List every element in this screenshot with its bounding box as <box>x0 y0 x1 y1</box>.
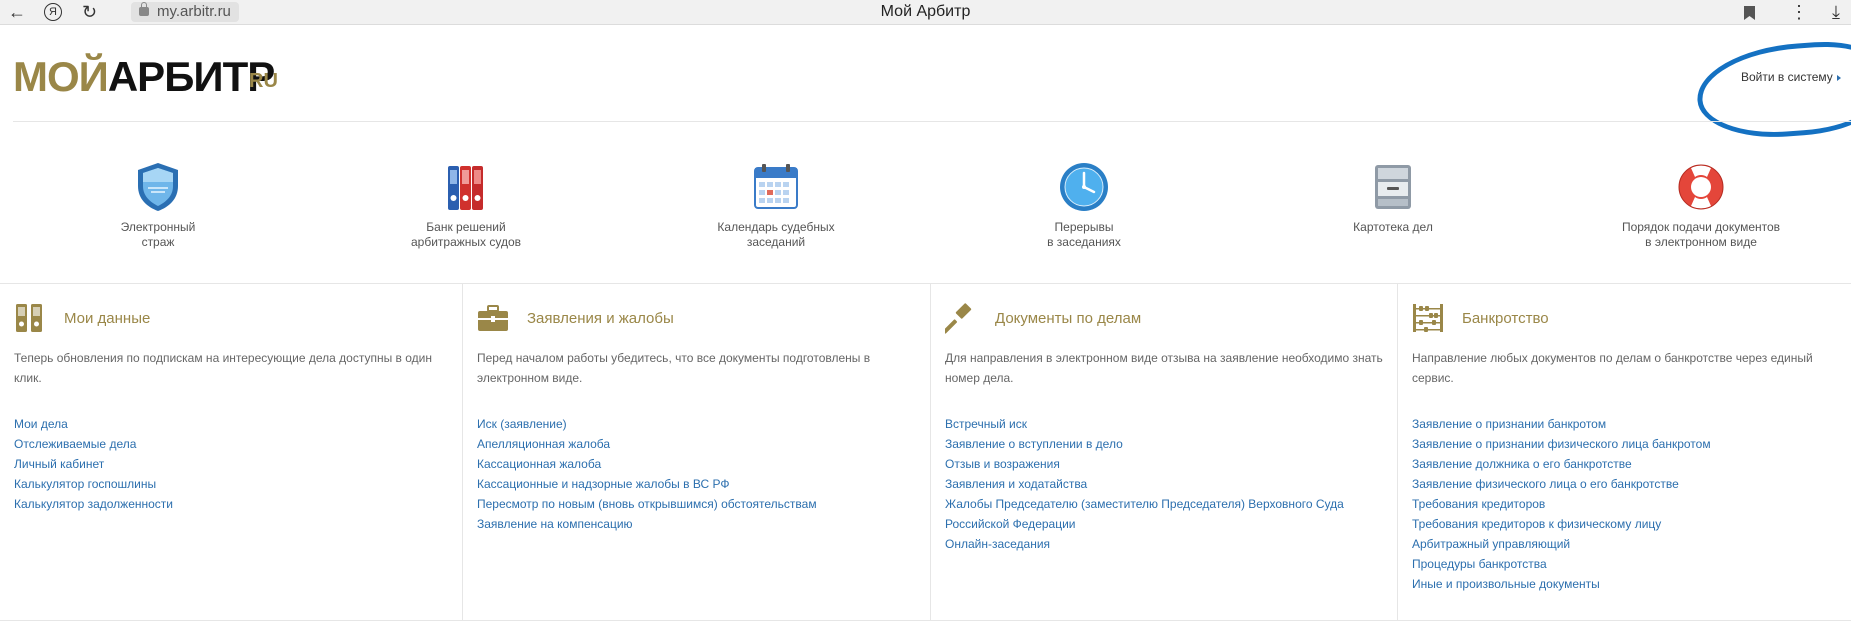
link-counterclaim[interactable]: Встречный иск <box>945 414 1344 434</box>
back-arrow-icon[interactable]: ← <box>8 2 26 22</box>
link-bankruptcy-procedures[interactable]: Процедуры банкротства <box>1412 554 1711 574</box>
yandex-icon[interactable]: Я <box>44 3 62 21</box>
column-title: Заявления и жалобы <box>527 310 674 327</box>
link-appeal[interactable]: Апелляционная жалоба <box>477 434 817 454</box>
link-list: Заявление о признании банкротом Заявлени… <box>1412 414 1711 594</box>
link-claim[interactable]: Иск (заявление) <box>477 414 817 434</box>
service-caption: Перерывы в заседаниях <box>1047 220 1121 249</box>
link-debtor-petition[interactable]: Заявление должника о его банкротстве <box>1412 454 1711 474</box>
link-chairman-complaints-cont[interactable]: Российской Федерации <box>945 514 1344 534</box>
service-caption: Электронный страж <box>120 220 196 249</box>
link-bankruptcy-petition[interactable]: Заявление о признании банкротом <box>1412 414 1711 434</box>
clock-icon <box>1057 160 1111 214</box>
column-description: Теперь обновления по подпискам на интере… <box>14 351 432 385</box>
service-hearing-calendar[interactable]: Календарь судебных заседаний <box>646 160 906 250</box>
lifebuoy-icon <box>1674 160 1728 214</box>
tab-title: Мой Арбитр <box>880 3 971 20</box>
link-supreme-court-complaints[interactable]: Кассационные и надзорные жалобы в ВС РФ <box>477 474 817 494</box>
briefcase-icon <box>477 302 509 334</box>
column-title: Мои данные <box>64 310 151 327</box>
logo-part1: МОЙ <box>13 53 109 100</box>
link-individual-debtor-petition[interactable]: Заявление физического лица о его банкрот… <box>1412 474 1711 494</box>
divider <box>13 121 1851 122</box>
service-caption: Банк решений арбитражных судов <box>410 220 522 249</box>
column-bankruptcy: Банкротство Направление любых документов… <box>1398 284 1851 620</box>
column-claims-complaints: Заявления и жалобы Перед началом работы … <box>463 284 931 620</box>
address-bar[interactable]: my.arbitr.ru <box>131 2 239 22</box>
binders-icon <box>439 160 493 214</box>
reload-icon[interactable]: ↻ <box>82 2 97 22</box>
gavel-icon <box>942 302 977 334</box>
link-list: Встречный иск Заявление о вступлении в д… <box>945 414 1344 554</box>
cabinet-icon <box>1366 160 1420 214</box>
menu-dots-icon[interactable]: ⋮ <box>1790 2 1808 22</box>
link-debt-calculator[interactable]: Калькулятор задолженности <box>14 494 173 514</box>
link-creditor-claims-individual[interactable]: Требования кредиторов к физическому лицу <box>1412 514 1711 534</box>
divider <box>0 620 1851 621</box>
link-online-hearings[interactable]: Онлайн-заседания <box>945 534 1344 554</box>
abacus-icon <box>1412 302 1444 334</box>
link-chairman-complaints[interactable]: Жалобы Председателю (заместителю Председ… <box>945 494 1344 514</box>
binders-icon <box>14 302 46 334</box>
link-personal-account[interactable]: Личный кабинет <box>14 454 173 474</box>
service-case-files[interactable]: Картотека дел <box>1263 160 1523 235</box>
link-motions[interactable]: Заявления и ходатайства <box>945 474 1344 494</box>
url-text: my.arbitr.ru <box>157 3 231 20</box>
service-caption: Календарь судебных заседаний <box>717 220 835 249</box>
link-list: Иск (заявление) Апелляционная жалоба Кас… <box>477 414 817 534</box>
link-tracked-cases[interactable]: Отслеживаемые дела <box>14 434 173 454</box>
link-cassation[interactable]: Кассационная жалоба <box>477 454 817 474</box>
link-list: Мои дела Отслеживаемые дела Личный кабин… <box>14 414 173 514</box>
link-arbitration-manager[interactable]: Арбитражный управляющий <box>1412 534 1711 554</box>
column-description: Для направления в электронном виде отзыв… <box>945 351 1383 385</box>
download-icon[interactable]: ⤓ <box>1832 2 1840 22</box>
calendar-icon <box>749 160 803 214</box>
service-electronic-guard[interactable]: Электронный страж <box>28 160 288 250</box>
link-response-objections[interactable]: Отзыв и возражения <box>945 454 1344 474</box>
column-title: Банкротство <box>1462 310 1549 327</box>
browser-toolbar: ← Я ↻ my.arbitr.ru Мой Арбитр ⋮ ⤓ <box>0 0 1851 25</box>
hand-drawn-circle-annotation <box>1694 37 1851 143</box>
link-individual-bankruptcy-petition[interactable]: Заявление о признании физического лица б… <box>1412 434 1711 454</box>
site-logo[interactable]: МОЙАРБИТР RU <box>13 53 278 100</box>
bookmark-icon[interactable] <box>1744 4 1755 24</box>
service-decisions-bank[interactable]: Банк решений арбитражных судов <box>336 160 596 250</box>
column-case-documents: Документы по делам Для направления в эле… <box>931 284 1398 620</box>
service-hearing-breaks[interactable]: Перерывы в заседаниях <box>954 160 1214 250</box>
link-creditor-claims[interactable]: Требования кредиторов <box>1412 494 1711 514</box>
lock-icon <box>139 2 149 16</box>
link-fee-calculator[interactable]: Калькулятор госпошлины <box>14 474 173 494</box>
link-other-documents[interactable]: Иные и произвольные документы <box>1412 574 1711 594</box>
link-join-case[interactable]: Заявление о вступлении в дело <box>945 434 1344 454</box>
link-compensation[interactable]: Заявление на компенсацию <box>477 514 817 534</box>
column-title: Документы по делам <box>995 310 1142 327</box>
service-caption: Картотека дел <box>1353 220 1433 234</box>
service-caption: Порядок подачи документов в электронном в… <box>1621 220 1781 249</box>
column-my-data: Мои данные Теперь обновления по подписка… <box>0 284 463 620</box>
link-review-new-circumstances[interactable]: Пересмотр по новым (вновь открывшимся) о… <box>477 494 817 514</box>
column-description: Направление любых документов по делам о … <box>1412 351 1813 385</box>
shield-icon <box>131 160 185 214</box>
column-description: Перед началом работы убедитесь, что все … <box>477 351 871 385</box>
link-my-cases[interactable]: Мои дела <box>14 414 173 434</box>
service-filing-procedure[interactable]: Порядок подачи документов в электронном в… <box>1571 160 1831 250</box>
logo-suffix: RU <box>249 70 278 92</box>
